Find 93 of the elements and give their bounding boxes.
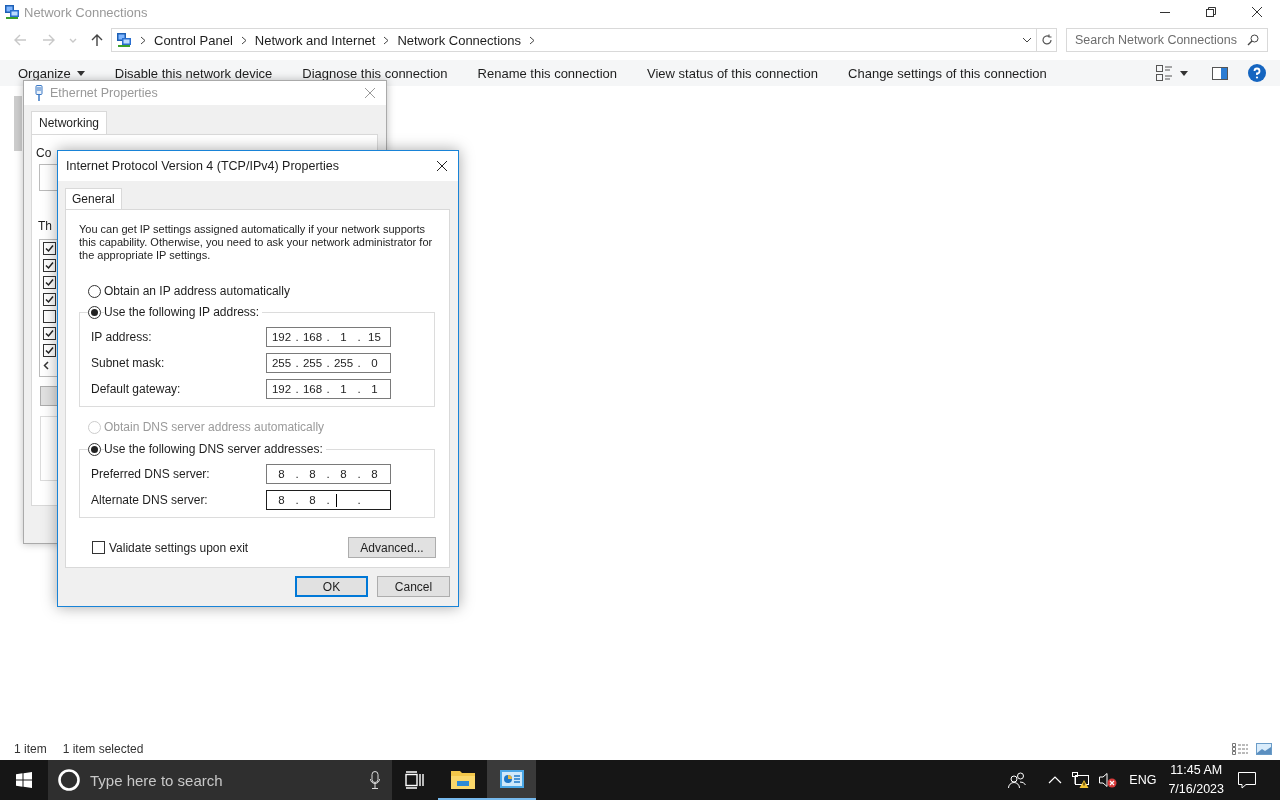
toolbar-button[interactable]: Rename this connection	[477, 65, 618, 81]
search-field[interactable]: Type here to search	[48, 760, 392, 800]
tab[interactable]: General	[65, 188, 122, 209]
network-icon	[116, 32, 132, 48]
description-text: You can get IP settings assigned automatically if your network supports this capability. Otherwise, you need to ask your network administrator for the appropriate IP settings.	[79, 223, 434, 262]
view-options-button[interactable]	[1156, 65, 1188, 81]
toolbar-button[interactable]: View status of this connection	[647, 65, 819, 81]
radio-label[interactable]: Obtain an IP address automatically	[104, 284, 290, 298]
search-circle-icon	[57, 768, 81, 792]
task-view-icon	[405, 771, 425, 789]
checkbox[interactable]	[43, 344, 56, 357]
windows-logo-icon	[16, 772, 32, 788]
people-button[interactable]	[1008, 772, 1027, 788]
checkbox-label[interactable]: Validate settings upon exit	[109, 540, 249, 555]
network-warning-icon[interactable]	[1072, 772, 1091, 788]
cancel-button[interactable]: Cancel	[377, 576, 450, 597]
status-text: 1 item selected	[62, 742, 144, 756]
checkbox[interactable]	[43, 327, 56, 340]
control-panel-app-button[interactable]	[487, 760, 536, 800]
radio-label[interactable]: Use the following IP address:	[104, 305, 263, 319]
address-bar[interactable]: Control Panel Network and Internet Network Connections	[111, 28, 1037, 52]
large-icons-view-button[interactable]	[1256, 743, 1272, 755]
dropdown-icon	[1022, 37, 1032, 43]
folder-icon	[450, 769, 475, 789]
microphone-icon[interactable]	[370, 771, 380, 789]
field-label: Alternate DNS server:	[91, 493, 209, 507]
scroll-left-icon[interactable]	[43, 361, 49, 370]
back-arrow-icon	[13, 33, 27, 47]
view-list-icon	[1156, 65, 1172, 81]
toolbar-button[interactable]: Change settings of this connection	[848, 65, 1047, 81]
refresh-icon	[1040, 34, 1053, 46]
ok-button[interactable]: OK	[295, 576, 368, 597]
chevron-icon	[529, 35, 536, 45]
chevron-icon	[140, 35, 146, 45]
ip-address-field[interactable]: 8 . 8 . .	[266, 490, 391, 510]
radio-label[interactable]: Use the following DNS server addresses:	[104, 442, 326, 456]
caret-icon	[76, 70, 85, 76]
label-text: Co	[36, 146, 52, 160]
checkbox[interactable]	[43, 242, 56, 255]
chevron-icon	[240, 35, 247, 45]
forward-arrow-icon	[42, 33, 56, 47]
search-field[interactable]: Search Network Connections	[1066, 28, 1268, 52]
checkbox[interactable]	[43, 276, 56, 289]
ip-address-field[interactable]: 192 . 168 . 1 . 1	[266, 379, 391, 399]
ip-address-field[interactable]: 8 . 8 . 8 . 8	[266, 464, 391, 484]
close-icon	[1251, 6, 1263, 18]
checkbox[interactable]	[43, 310, 56, 323]
help-button[interactable]	[1248, 64, 1266, 82]
toolbar-button[interactable]: Diagnose this connection	[302, 65, 448, 81]
checkbox[interactable]	[92, 541, 105, 554]
close-button[interactable]	[436, 160, 448, 172]
tab[interactable]: Networking	[31, 111, 108, 134]
ip-address-field[interactable]: 255 . 255 . 255 . 0	[266, 353, 391, 373]
toolbar-button[interactable]: Disable this network device	[114, 65, 273, 81]
details-view-button[interactable]	[1232, 743, 1248, 755]
text-cursor	[336, 493, 337, 507]
radio-label: Obtain DNS server address automatically	[104, 420, 325, 434]
field-label: IP address:	[91, 330, 153, 344]
search-icon	[1247, 34, 1259, 46]
restore-icon	[1206, 7, 1216, 17]
breadcrumb[interactable]: Control Panel	[154, 32, 233, 48]
caret-icon	[1180, 70, 1188, 76]
refresh-button[interactable]	[1037, 28, 1057, 52]
radio-button[interactable]	[88, 284, 101, 298]
ethernet-plug-icon	[34, 85, 44, 101]
dialog-title: Internet Protocol Version 4 (TCP/IPv4) Properties	[66, 159, 340, 173]
status-text: 1 item	[14, 742, 47, 756]
breadcrumb[interactable]: Network Connections	[397, 32, 522, 48]
menu-button[interactable]: Organize	[18, 65, 85, 81]
window-title: Network Connections	[24, 4, 148, 20]
preview-pane-button[interactable]	[1212, 66, 1228, 80]
network-icon	[4, 4, 20, 20]
control-panel-icon	[499, 770, 524, 788]
field-label: Subnet mask:	[91, 356, 166, 370]
show-hidden-icons-button[interactable]	[1048, 776, 1063, 784]
checkbox[interactable]	[43, 259, 56, 272]
label-text: Th	[38, 219, 52, 233]
dialog-title: Ethernet Properties	[50, 86, 158, 100]
field-label: Preferred DNS server:	[91, 467, 211, 481]
input-language-button[interactable]: ENG	[1129, 773, 1157, 787]
notifications-button[interactable]	[1238, 771, 1256, 789]
clock-button[interactable]: 11:45 AM 7/16/2023	[1168, 761, 1224, 799]
scrollbar	[14, 96, 22, 151]
ip-address-field[interactable]: 192 . 168 . 1 . 15	[266, 327, 391, 347]
up-arrow-icon	[90, 33, 104, 47]
field-label: Default gateway:	[91, 382, 182, 396]
radio-button[interactable]	[88, 442, 101, 456]
checkbox[interactable]	[43, 293, 56, 306]
radio-button[interactable]	[88, 305, 101, 319]
chevron-icon	[383, 35, 390, 45]
speaker-muted-icon[interactable]	[1099, 772, 1118, 788]
advanced-button[interactable]: Advanced...	[348, 537, 436, 558]
breadcrumb[interactable]: Network and Internet	[254, 32, 376, 48]
